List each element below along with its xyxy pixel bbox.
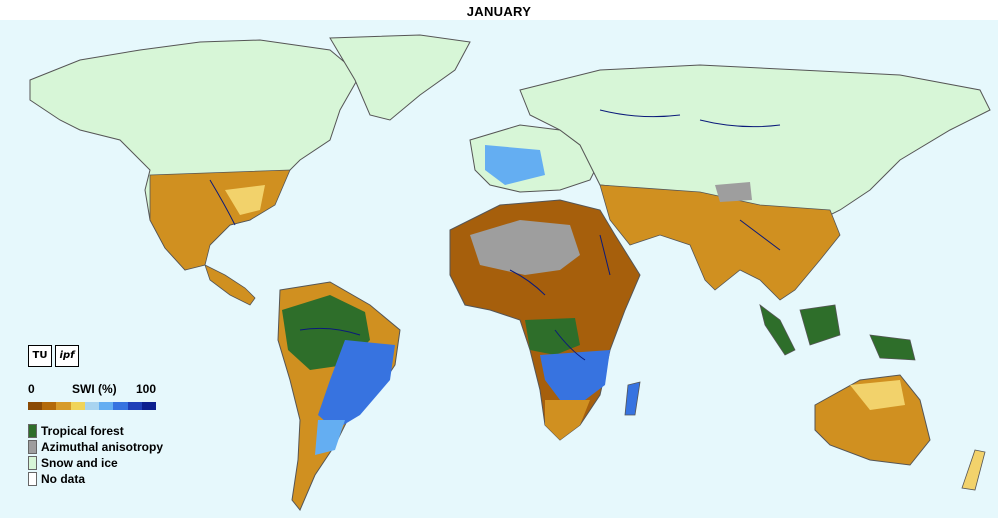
- madagascar: [624, 381, 641, 416]
- legend-item: Azimuthal anisotropy: [28, 439, 164, 454]
- us-mexico-region: [149, 169, 291, 271]
- ipf-logo: ipf: [55, 345, 79, 367]
- tibet-anisotropy: [715, 182, 752, 202]
- swi-scale: 0 SWI (%) 100: [28, 382, 156, 410]
- borneo: [799, 304, 841, 346]
- legend-item: No data: [28, 471, 163, 486]
- new-zealand: [961, 449, 986, 491]
- legend-item: Snow and ice: [28, 455, 163, 470]
- new-guinea: [869, 334, 916, 361]
- institution-logos: TU ipf: [28, 345, 79, 367]
- scale-title: SWI (%): [72, 382, 117, 396]
- scale-color-step: [28, 402, 43, 410]
- map-title: JANUARY: [466, 4, 532, 19]
- legend-item: Tropical forest: [28, 423, 163, 438]
- legend-swatch: [28, 455, 37, 470]
- legend-swatch: [28, 439, 37, 454]
- scale-color-step: [70, 402, 85, 410]
- legend-label: No data: [41, 471, 86, 486]
- scale-color-step: [113, 402, 128, 410]
- tu-wien-logo: TU: [28, 345, 52, 367]
- legend-label: Tropical forest: [41, 423, 124, 438]
- scale-color-bar: [28, 402, 156, 410]
- scale-color-step: [141, 402, 156, 410]
- legend-label: Snow and ice: [41, 455, 118, 470]
- legend-swatch: [28, 423, 37, 438]
- scale-color-step: [56, 402, 71, 410]
- map-legend: Tropical forest Azimuthal anisotropy Snow …: [28, 423, 164, 488]
- scale-color-step: [127, 402, 142, 410]
- scale-min-label: 0: [28, 382, 35, 396]
- scale-color-step: [99, 402, 114, 410]
- legend-label: Azimuthal anisotropy: [41, 439, 164, 454]
- sumatra: [759, 304, 796, 356]
- asia: [519, 64, 991, 221]
- scale-color-step: [84, 402, 100, 410]
- argentina-wet: [315, 420, 345, 455]
- scale-color-step: [42, 402, 57, 410]
- scale-max-label: 100: [135, 382, 156, 396]
- central-america: [204, 264, 256, 306]
- legend-swatch: [28, 471, 37, 486]
